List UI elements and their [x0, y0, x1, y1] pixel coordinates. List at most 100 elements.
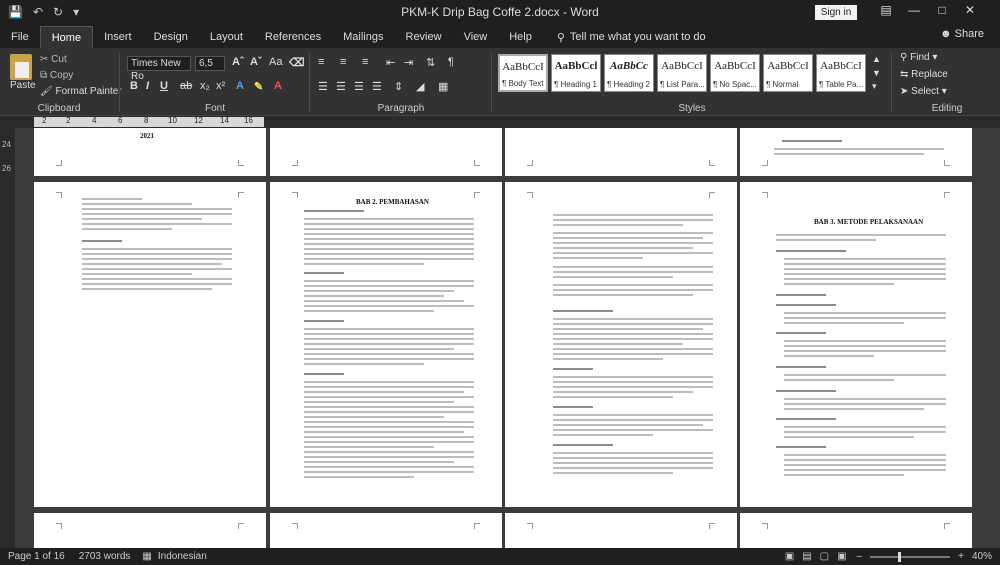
save-icon[interactable]: 💾	[8, 5, 23, 19]
tab-home[interactable]: Home	[39, 26, 94, 48]
redo-icon[interactable]: ↻	[53, 5, 63, 19]
grow-font-icon[interactable]: Aˆ	[232, 56, 244, 68]
read-mode-icon[interactable]: ▤	[802, 551, 811, 562]
page-8[interactable]: BAB 3. METODE PELAKSANAAN	[740, 182, 972, 507]
font-name-select[interactable]: Times New Ro	[127, 56, 191, 82]
tab-file[interactable]: File	[0, 26, 40, 48]
proofing-icon[interactable]: ▦	[142, 551, 151, 562]
page-7[interactable]	[505, 182, 737, 507]
customize-qat-icon[interactable]: ▾	[73, 5, 79, 19]
ribbon-display-icon[interactable]: ▤	[872, 3, 900, 17]
zoom-level[interactable]: 40%	[972, 551, 992, 562]
zoom-in-icon[interactable]: +	[958, 551, 964, 562]
cut-button[interactable]: ✂ Cut	[40, 54, 67, 65]
underline-icon[interactable]: U	[160, 80, 168, 92]
close-icon[interactable]: ✕	[956, 3, 984, 17]
copy-button[interactable]: ⧉ Copy	[40, 70, 73, 81]
line-spacing-icon[interactable]: ⇕	[394, 80, 403, 93]
bold-icon[interactable]: B	[130, 80, 138, 92]
font-size-select[interactable]: 6,5	[195, 56, 225, 71]
zoom-slider[interactable]	[870, 551, 951, 562]
superscript-icon[interactable]: x²	[216, 80, 225, 92]
tell-me-box[interactable]: ⚲ Tell me what you want to do	[543, 26, 706, 48]
vertical-ruler[interactable]: 24 26	[0, 128, 15, 548]
focus-icon[interactable]: ▣	[785, 551, 794, 562]
tab-mailings[interactable]: Mailings	[332, 26, 394, 48]
shrink-font-icon[interactable]: Aˇ	[250, 56, 262, 68]
undo-icon[interactable]: ↶	[33, 5, 43, 19]
text-line	[553, 276, 673, 278]
pilcrow-icon[interactable]: ¶	[448, 56, 454, 68]
page-1[interactable]: 2021	[34, 128, 266, 176]
style-table-paragraph[interactable]: AaBbCcI ¶ Table Pa...	[816, 54, 866, 92]
tab-design[interactable]: Design	[143, 26, 199, 48]
page-2[interactable]	[270, 128, 502, 176]
increase-indent-icon[interactable]: ⇥	[404, 56, 413, 69]
borders-icon[interactable]: ▦	[438, 80, 448, 93]
styles-more-icon[interactable]: ▾	[872, 81, 877, 92]
clear-format-icon[interactable]: ⌫	[289, 56, 305, 69]
zoom-slider-thumb[interactable]	[898, 551, 902, 562]
share-button[interactable]: ☻ Share	[940, 28, 984, 40]
style-heading-2[interactable]: AaBbCc ¶ Heading 2	[604, 54, 654, 92]
multilevel-list-icon[interactable]: ≡	[362, 56, 368, 68]
style-body-text[interactable]: AaBbCcI ¶ Body Text	[498, 54, 548, 92]
page-12[interactable]	[740, 513, 972, 548]
subscript-icon[interactable]: x₂	[200, 80, 210, 92]
tab-layout[interactable]: Layout	[199, 26, 254, 48]
text-line	[304, 295, 444, 297]
page-9[interactable]	[34, 513, 266, 548]
style-no-spacing[interactable]: AaBbCcI ¶ No Spac...	[710, 54, 760, 92]
page-5[interactable]	[34, 182, 266, 507]
web-layout-icon[interactable]: ▣	[837, 551, 846, 562]
find-button[interactable]: ⚲ Find ▾	[900, 52, 937, 63]
styles-scroll-down-icon[interactable]: ▼	[872, 68, 881, 78]
numbering-icon[interactable]: ≡	[340, 56, 346, 68]
tab-insert[interactable]: Insert	[93, 26, 143, 48]
document-canvas[interactable]: 2021 BAB 2. PEMBAHASAN BAB 3. METODE PEL…	[15, 128, 1000, 548]
window-controls: ▤ — □ ✕	[872, 3, 984, 17]
strikethrough-icon[interactable]: ab	[180, 80, 192, 92]
print-layout-icon[interactable]: ▢	[820, 551, 829, 562]
tab-view[interactable]: View	[453, 26, 499, 48]
sort-icon[interactable]: ⇅	[426, 56, 435, 69]
align-left-icon[interactable]: ☰	[318, 80, 328, 93]
shading-icon[interactable]: ◢	[416, 80, 424, 93]
style-normal[interactable]: AaBbCcI ¶ Normal	[763, 54, 813, 92]
bullets-icon[interactable]: ≡	[318, 56, 324, 68]
maximize-icon[interactable]: □	[928, 3, 956, 17]
font-color-icon[interactable]: A	[274, 80, 282, 92]
italic-icon[interactable]: I	[146, 80, 149, 92]
tab-references[interactable]: References	[254, 26, 332, 48]
word-count[interactable]: 2703 words	[79, 551, 131, 562]
tab-review[interactable]: Review	[395, 26, 453, 48]
minimize-icon[interactable]: —	[900, 3, 928, 17]
text-effects-icon[interactable]: A	[236, 80, 244, 92]
style-heading-1[interactable]: AaBbCcl ¶ Heading 1	[551, 54, 601, 92]
replace-button[interactable]: ⇆ Replace	[900, 69, 948, 80]
page-10[interactable]	[270, 513, 502, 548]
change-case-icon[interactable]: Aa	[269, 56, 282, 68]
tab-help[interactable]: Help	[498, 26, 543, 48]
page-count[interactable]: Page 1 of 16	[8, 551, 65, 562]
language[interactable]: Indonesian	[158, 551, 207, 562]
styles-scroll-up-icon[interactable]: ▲	[872, 54, 881, 64]
horizontal-ruler[interactable]: 2 2 4 6 8 10 12 14 16	[0, 116, 1000, 128]
decrease-indent-icon[interactable]: ⇤	[386, 56, 395, 69]
paste-icon[interactable]	[10, 54, 32, 80]
text-line	[82, 278, 232, 280]
align-center-icon[interactable]: ☰	[336, 80, 346, 93]
select-button[interactable]: ➤ Select ▾	[900, 86, 947, 97]
style-list-paragraph[interactable]: AaBbCcI ¶ List Para...	[657, 54, 707, 92]
page-11[interactable]	[505, 513, 737, 548]
highlight-icon[interactable]: ✎	[254, 80, 263, 93]
paste-button[interactable]: Paste	[10, 80, 36, 91]
page-6[interactable]: BAB 2. PEMBAHASAN	[270, 182, 502, 507]
zoom-out-icon[interactable]: –	[857, 551, 863, 562]
justify-icon[interactable]: ☰	[372, 80, 382, 93]
format-painter-button[interactable]: 🖌 Format Painter	[40, 86, 122, 97]
page-4[interactable]	[740, 128, 972, 176]
align-right-icon[interactable]: ☰	[354, 80, 364, 93]
page-3[interactable]	[505, 128, 737, 176]
sign-in-button[interactable]: Sign in	[815, 5, 857, 20]
